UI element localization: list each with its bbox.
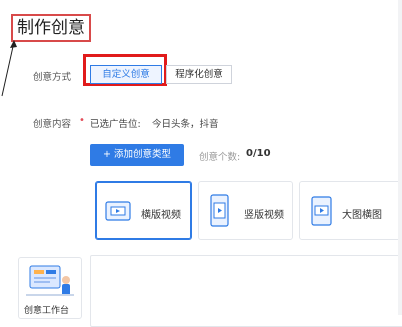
type-card-label: 横版视频 xyxy=(141,210,181,221)
creative-editor-panel xyxy=(90,255,402,327)
add-creative-type-button[interactable]: + 添加创意类型 xyxy=(90,144,184,166)
placement-value: 今日头条，抖音 xyxy=(152,119,219,130)
creative-mode-label: 创意方式 xyxy=(33,72,72,83)
type-card-large-image[interactable]: 大图横图 xyxy=(299,181,402,240)
custom-creative-option[interactable]: 自定义创意 xyxy=(90,65,162,84)
type-card-label: 大图横图 xyxy=(342,210,382,221)
workbench-label: 创意工作台 xyxy=(24,306,70,316)
programmatic-creative-option[interactable]: 程序化创意 xyxy=(166,65,232,84)
creative-count-label: 创意个数: xyxy=(199,152,241,163)
workbench-illustration-icon xyxy=(26,265,74,296)
creative-content-label: 创意内容 xyxy=(33,119,72,130)
required-mark: • xyxy=(79,115,85,126)
right-edge-divider xyxy=(398,0,402,315)
horizontal-video-icon xyxy=(105,201,131,221)
type-card-label: 竖版视频 xyxy=(244,210,284,221)
type-card-vertical-video[interactable]: 竖版视频 xyxy=(198,181,293,240)
large-image-icon xyxy=(311,196,332,226)
annotation-arrow-icon xyxy=(1,40,17,97)
placement-prefix: 已选广告位: xyxy=(90,119,141,130)
creative-count-value: 0/10 xyxy=(246,148,271,159)
type-card-horizontal-video[interactable]: 横版视频 xyxy=(95,181,192,240)
vertical-video-icon xyxy=(210,194,229,227)
